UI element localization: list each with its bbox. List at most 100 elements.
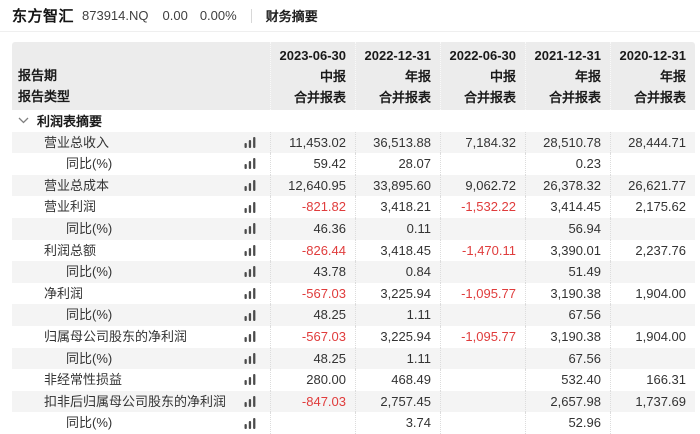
value-cell: 2,237.76 [610, 239, 695, 262]
value-cell: 36,513.88 [355, 131, 440, 154]
value-cell: -1,095.77 [440, 282, 525, 305]
value-cell: -847.03 [270, 390, 355, 413]
row-label-cell: 净利润 [12, 283, 270, 305]
value-cell: 43.78 [270, 261, 355, 283]
report-period-label: 报告期 [18, 68, 58, 83]
bar-chart-icon[interactable] [244, 180, 256, 192]
row-label-cell: 同比(%) [12, 348, 270, 370]
period-column-header: 2022-12-31 年报 合并报表 [355, 42, 440, 110]
value-cell: 468.49 [355, 369, 440, 391]
value-cell: 33,895.60 [355, 174, 440, 197]
value-cell [610, 304, 695, 326]
value-cell [440, 347, 525, 370]
section-header-income-statement[interactable]: 利润表摘要 [12, 110, 695, 132]
bar-chart-icon[interactable] [244, 244, 256, 256]
row-label-cell: 同比(%) [12, 412, 270, 434]
period-column-header: 2020-12-31 年报合并报表 [610, 42, 695, 110]
row-label-cell: 营业总收入 [12, 132, 270, 154]
table-row: 同比(%) 3.74 52.96 [12, 412, 695, 434]
chevron-down-icon[interactable] [18, 117, 30, 124]
row-label-header: 报告期 报告类型 [12, 42, 270, 110]
period-column-header: 2021-12-31 年报合并报表 [525, 42, 610, 110]
value-cell: -1,532.22 [440, 196, 525, 218]
column-period: 年报 [574, 69, 601, 84]
bar-chart-icon[interactable] [244, 417, 256, 429]
bar-chart-icon[interactable] [244, 396, 256, 408]
value-cell: 48.25 [270, 304, 355, 326]
value-cell: 67.56 [525, 304, 610, 326]
bar-chart-icon[interactable] [244, 331, 256, 343]
row-label: 同比(%) [66, 307, 113, 323]
value-cell: 12,640.95 [270, 174, 355, 197]
table-row: 净利润 -567.03 3,225.94 -1,095.77 3,190.38 1,904… [12, 282, 695, 305]
bar-chart-icon[interactable] [244, 201, 256, 213]
column-period: 中报 [319, 69, 346, 84]
divider [250, 8, 252, 23]
row-label: 同比(%) [66, 415, 113, 431]
table-row: 归属母公司股东的净利润 -567.03 3,225.94 -1,095.77 3,190… [12, 325, 695, 348]
row-label-cell: 营业总成本 [12, 175, 270, 197]
row-label: 扣非后归属母公司股东的净利润 [44, 393, 227, 409]
column-report_type: 合并报表 [633, 90, 686, 105]
value-cell: 52.96 [525, 412, 610, 434]
table-row: 扣非后归属母公司股东的净利润 -847.03 2,757.45 2,657.98 1,7… [12, 390, 695, 413]
bar-chart-icon[interactable] [244, 136, 256, 148]
value-cell: 1.11 [355, 347, 440, 370]
table-row: 营业利润 -821.82 3,418.21 -1,532.22 3,414.45 2,17… [12, 196, 695, 218]
column-date: 2021-12-31 [534, 48, 602, 63]
column-date: 2022-12-31 [364, 48, 432, 63]
table-row: 非经常性损益 280.00 468.49 532.40 166.31 [12, 369, 695, 391]
value-cell: 26,621.77 [610, 174, 695, 197]
value-cell: 9,062.72 [440, 174, 525, 197]
column-period: 中报 [489, 69, 516, 84]
tab-financial-summary[interactable]: 财务摘要 [266, 6, 318, 25]
row-label-cell: 归属母公司股东的净利润 [12, 326, 270, 348]
row-label: 同比(%) [66, 220, 113, 236]
value-cell: 3,190.38 [525, 325, 610, 348]
value-cell [440, 153, 525, 175]
value-cell: 532.40 [525, 369, 610, 391]
column-report_type: 合并报表 [463, 90, 516, 105]
value-cell: 3,414.45 [525, 196, 610, 218]
bar-chart-icon[interactable] [244, 266, 256, 278]
row-label: 利润总额 [44, 242, 97, 258]
value-cell: 28,510.78 [525, 131, 610, 154]
row-label-cell: 同比(%) [12, 304, 270, 326]
bar-chart-icon[interactable] [244, 309, 256, 321]
value-cell: 1,904.00 [610, 282, 695, 305]
value-cell: 59.42 [270, 153, 355, 175]
value-cell: 3,225.94 [355, 325, 440, 348]
value-cell: 2,757.45 [355, 390, 440, 413]
value-cell: -821.82 [270, 196, 355, 218]
table-row: 营业总收入 11,453.02 36,513.88 7,184.32 28,510.78… [12, 131, 695, 154]
value-cell [610, 261, 695, 283]
column-report_type: 合并报表 [293, 90, 346, 105]
row-label-cell: 非经常性损益 [12, 369, 270, 391]
value-cell: 0.11 [355, 217, 440, 240]
value-cell: 0.23 [525, 153, 610, 175]
column-period: 年报 [659, 69, 686, 84]
value-cell: 11,453.02 [270, 131, 355, 154]
table-row: 同比(%) 43.78 0.84 51.49 [12, 261, 695, 283]
bar-chart-icon[interactable] [244, 158, 256, 170]
value-cell: 26,378.32 [525, 174, 610, 197]
bar-chart-icon[interactable] [244, 352, 256, 364]
value-cell: -1,470.11 [440, 239, 525, 262]
title-bar: 东方智汇 873914.NQ 0.00 0.00% 财务摘要 [0, 0, 700, 32]
value-cell [440, 390, 525, 413]
value-cell: 28.07 [355, 153, 440, 175]
value-cell: 3,418.21 [355, 196, 440, 218]
bar-chart-icon[interactable] [244, 288, 256, 300]
value-cell: 7,184.32 [440, 131, 525, 154]
value-cell: 3,190.38 [525, 282, 610, 305]
value-cell [440, 412, 525, 434]
value-cell: 51.49 [525, 261, 610, 283]
column-period: 年报 [404, 69, 431, 84]
row-label-cell: 扣非后归属母公司股东的净利润 [12, 391, 270, 413]
column-report_type: 合并报表 [548, 90, 601, 105]
bar-chart-icon[interactable] [244, 223, 256, 235]
bar-chart-icon[interactable] [244, 374, 256, 386]
period-column-header: 2023-06-30 中报 合并报表 [270, 42, 355, 110]
column-date: 2020-12-31 [619, 48, 687, 63]
value-cell: -826.44 [270, 239, 355, 262]
